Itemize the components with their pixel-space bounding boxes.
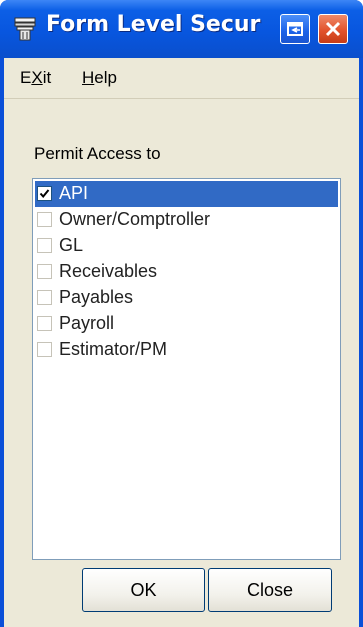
permit-item-label: GL	[59, 235, 84, 255]
menu-help[interactable]: Help	[82, 68, 117, 88]
restore-icon	[287, 22, 303, 36]
checkbox[interactable]	[37, 186, 52, 201]
checkbox[interactable]	[37, 264, 52, 279]
permit-item-estimator-pm[interactable]: Estimator/PM	[35, 337, 338, 363]
permit-item-label: Payroll	[59, 313, 115, 333]
permit-item-label: Owner/Comptroller	[59, 209, 211, 229]
close-window-button[interactable]	[318, 14, 348, 44]
permit-access-listbox[interactable]: API Owner/Comptroller GL Receivables Payable…	[32, 178, 341, 560]
menu-exit[interactable]: EXit	[20, 68, 51, 88]
checkbox[interactable]	[37, 212, 52, 227]
permit-item-label: Estimator/PM	[59, 339, 168, 359]
menu-bar: EXit Help	[4, 58, 359, 99]
menu-exit-text-1: E	[20, 68, 32, 87]
permit-access-label: Permit Access to	[34, 144, 161, 163]
window-title: Form Level Secur	[46, 12, 261, 37]
window-right-border	[359, 58, 363, 627]
menu-help-mnemonic: H	[82, 68, 95, 87]
close-button[interactable]: Close	[208, 568, 332, 612]
ok-button[interactable]: OK	[82, 568, 205, 612]
window-client-area: EXit Help Permit Access to API Owner/Comp…	[4, 58, 359, 627]
menu-help-text: elp	[94, 68, 117, 87]
restore-button[interactable]	[280, 14, 310, 44]
checkbox[interactable]	[37, 290, 52, 305]
permit-item-label: Payables	[59, 287, 134, 307]
checkbox[interactable]	[37, 342, 52, 357]
menu-exit-text-2: it	[42, 68, 52, 87]
permit-item-owner-comptroller[interactable]: Owner/Comptroller	[35, 207, 338, 233]
permit-item-label: Receivables	[59, 261, 158, 281]
permit-item-payables[interactable]: Payables	[35, 285, 338, 311]
title-bar[interactable]: Form Level Secur	[0, 0, 363, 58]
permit-item-payroll[interactable]: Payroll	[35, 311, 338, 337]
form-level-security-window: Form Level Secur EXit Help Permit Access…	[0, 0, 363, 627]
checkbox[interactable]	[37, 316, 52, 331]
permit-item-gl[interactable]: GL	[35, 233, 338, 259]
permit-item-receivables[interactable]: Receivables	[35, 259, 338, 285]
form-icon	[14, 17, 36, 41]
checkbox[interactable]	[37, 238, 52, 253]
permit-item-api[interactable]: API	[35, 181, 338, 207]
menu-exit-mnemonic: X	[31, 68, 43, 87]
permit-item-label: API	[57, 183, 91, 204]
checkmark-icon	[39, 189, 50, 199]
close-icon	[325, 21, 341, 37]
